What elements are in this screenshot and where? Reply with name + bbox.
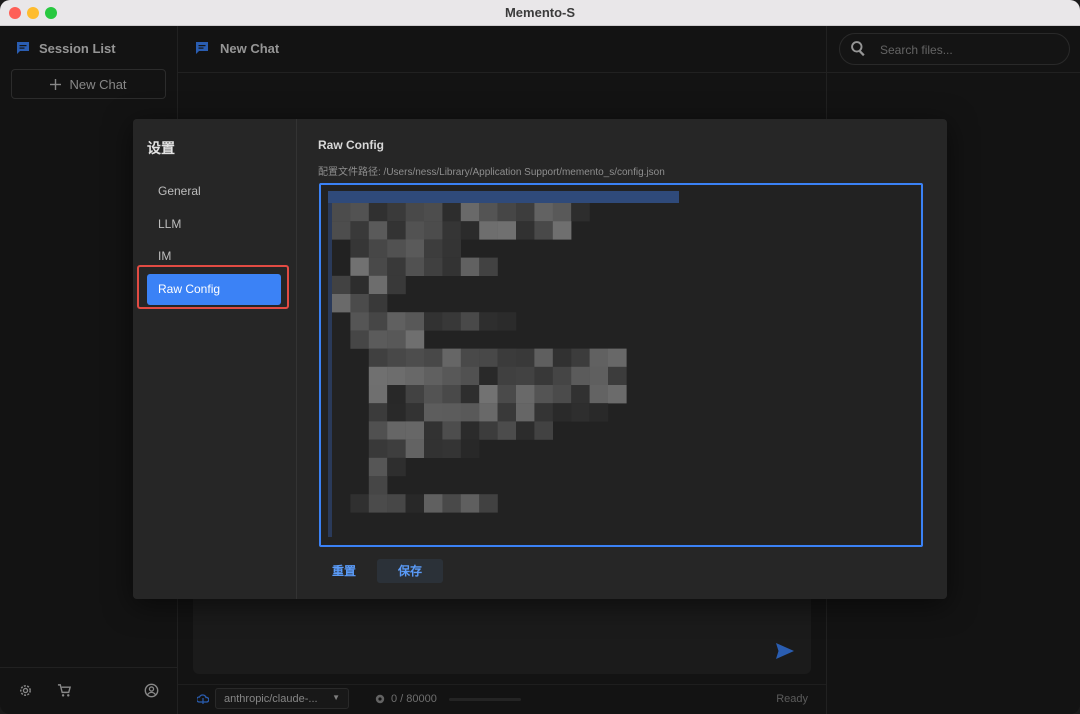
title-bar: Memento-S bbox=[0, 0, 1080, 26]
raw-config-panel: Raw Config 配置文件路径: /Users/ness/Library/A… bbox=[297, 119, 947, 599]
settings-dialog: 设置 General LLM IM Raw Config Raw Config … bbox=[133, 119, 947, 599]
nav-item-im[interactable]: IM bbox=[147, 241, 281, 271]
config-editor[interactable] bbox=[319, 183, 923, 547]
nav-item-raw-config[interactable]: Raw Config bbox=[147, 274, 281, 305]
settings-nav: 设置 General LLM IM Raw Config bbox=[133, 119, 297, 599]
reset-button[interactable]: 重置 bbox=[319, 559, 369, 583]
app-window: Memento-S Session List New Chat New Chat… bbox=[0, 0, 1080, 714]
save-button[interactable]: 保存 bbox=[377, 559, 444, 583]
config-path-label: 配置文件路径: /Users/ness/Library/Application … bbox=[318, 167, 665, 178]
nav-item-llm[interactable]: LLM bbox=[147, 209, 281, 239]
raw-config-heading: Raw Config bbox=[318, 138, 384, 152]
pixelated-config-content bbox=[328, 191, 679, 537]
config-actions: 重置 保存 bbox=[319, 559, 444, 583]
settings-title: 设置 bbox=[147, 140, 175, 156]
nav-item-general[interactable]: General bbox=[147, 176, 281, 206]
window-title: Memento-S bbox=[504, 5, 576, 20]
